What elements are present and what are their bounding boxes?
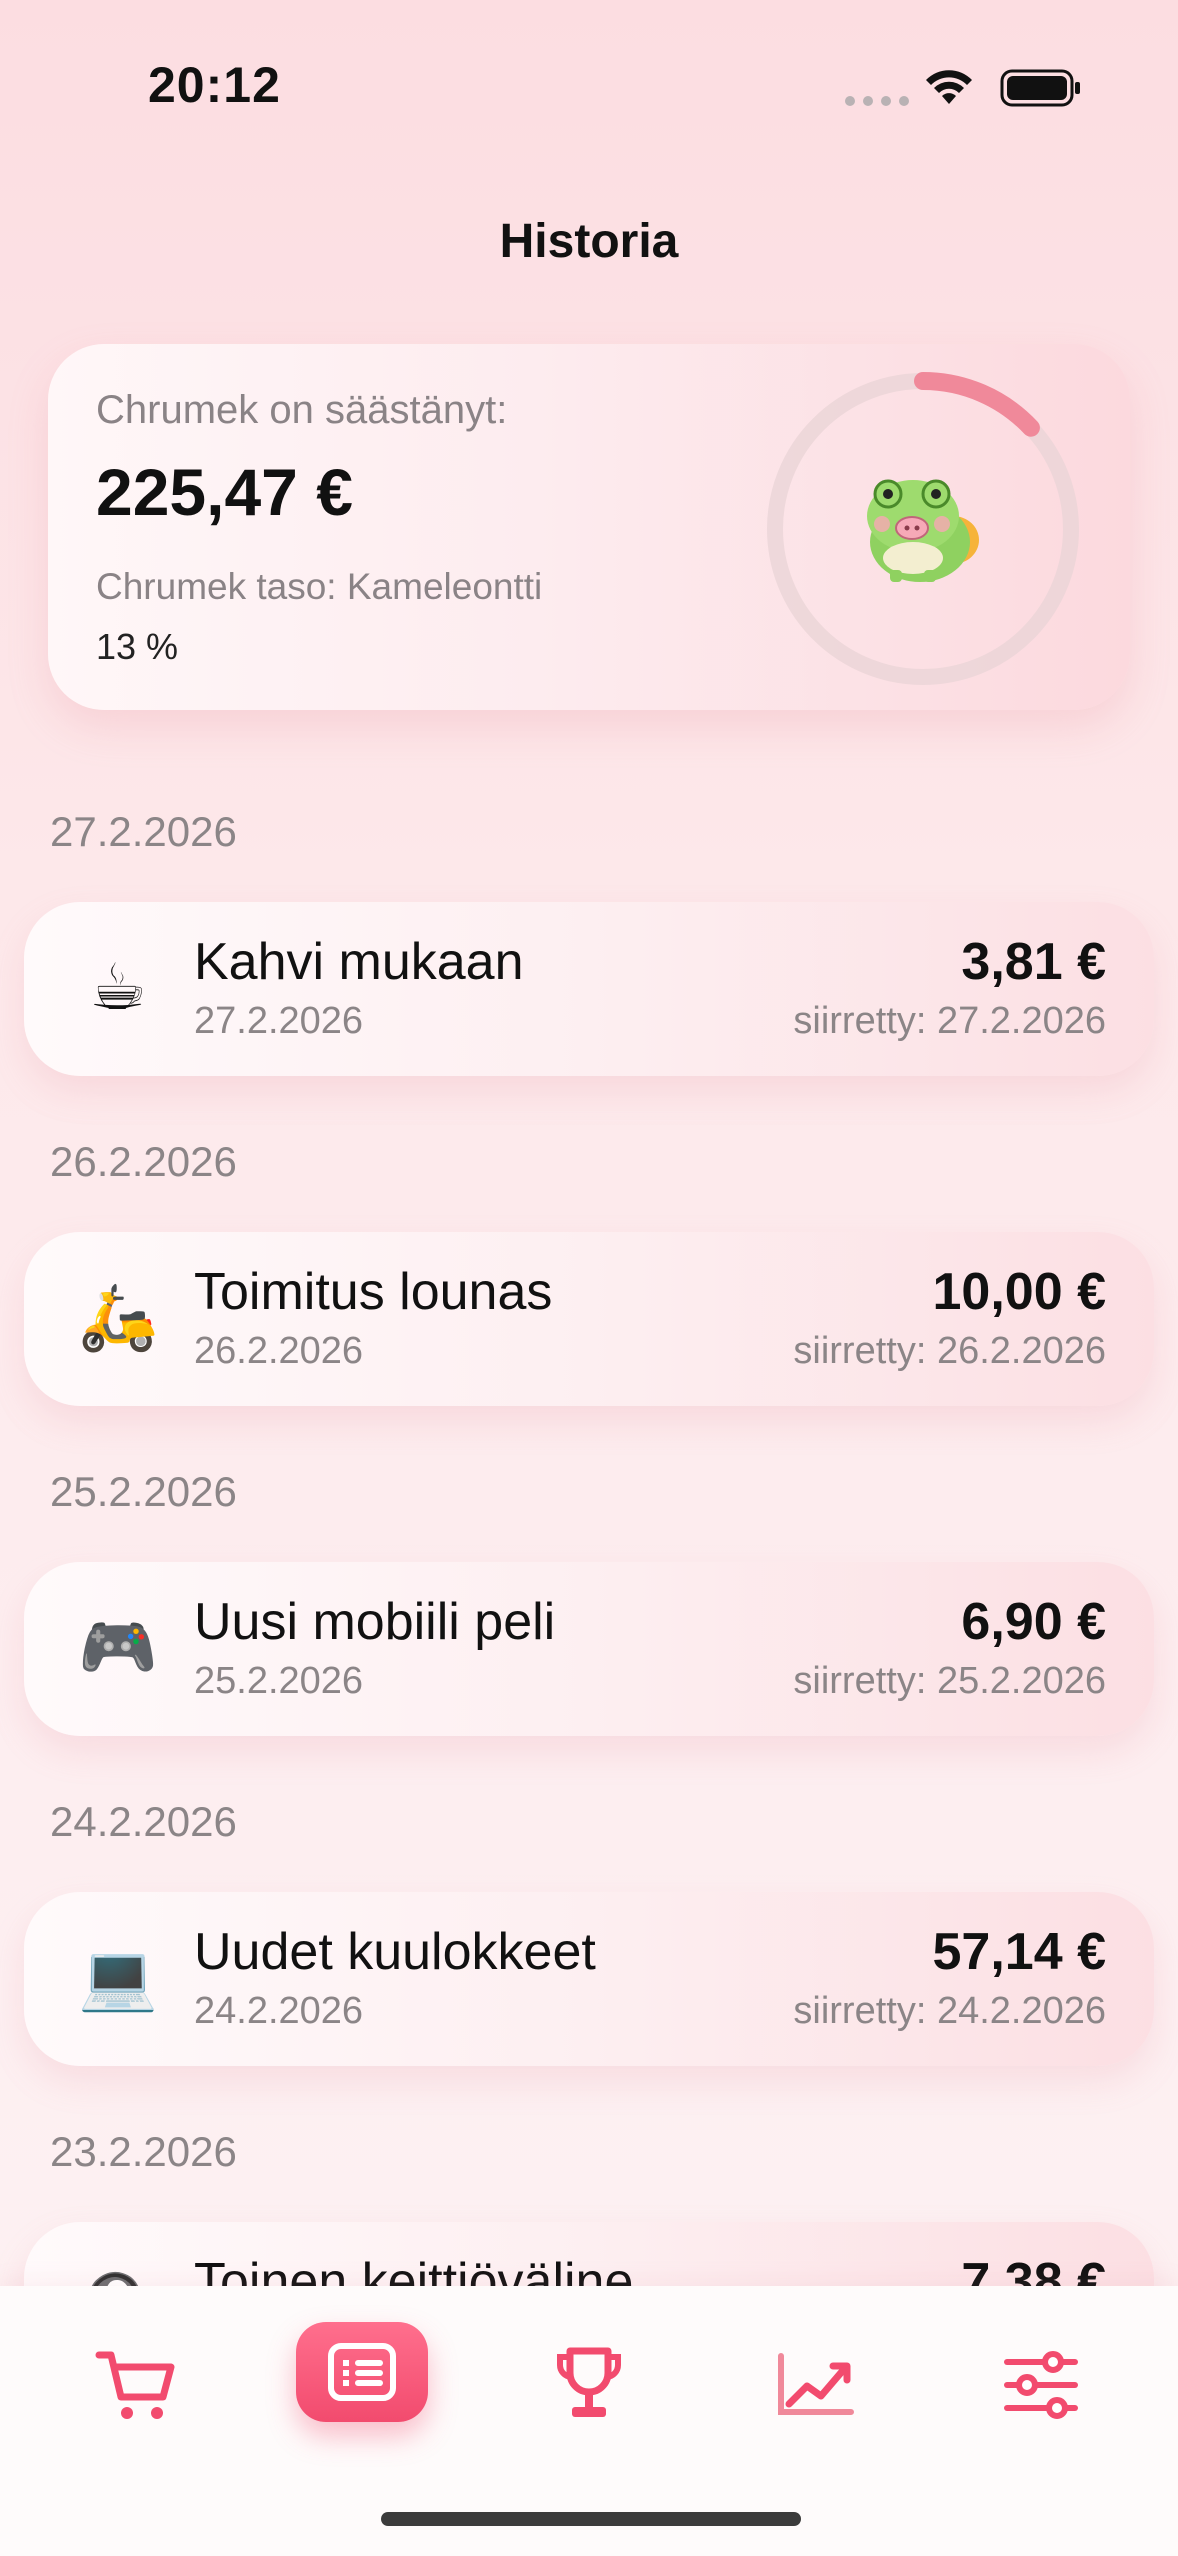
transaction-moved-date: siirretty: 25.2.2026 <box>793 1660 1106 1702</box>
level-progress-ring <box>766 372 1080 686</box>
battery-icon <box>1000 69 1080 107</box>
coffee-icon: ☕ <box>89 951 147 1025</box>
home-indicator <box>381 2512 801 2526</box>
date-header: 25.2.2026 <box>50 1468 237 1515</box>
saved-label: Chrumek on säästänyt: <box>96 388 508 432</box>
wifi-icon <box>926 70 972 104</box>
chart-icon <box>778 2353 854 2415</box>
transaction-date: 26.2.2026 <box>194 1330 364 1372</box>
date-header: 24.2.2026 <box>50 1798 237 1845</box>
transaction-card[interactable]: ☕ Kahvi mukaan 27.2.2026 3,81 € siirrett… <box>24 902 1154 1076</box>
date-header: 26.2.2026 <box>50 1138 237 1185</box>
transaction-name: Kahvi mukaan <box>194 933 524 991</box>
status-bar: 20:12 <box>0 0 1178 160</box>
page-title: Historia <box>499 215 679 268</box>
transaction-name: Uusi mobiili peli <box>194 1593 556 1651</box>
transaction-amount: 57,14 € <box>932 1923 1107 1981</box>
cellular-signal-icon <box>845 96 909 106</box>
tab-settings[interactable] <box>986 2330 1096 2440</box>
transaction-card[interactable]: 💻 Uudet kuulokkeet 24.2.2026 57,14 € sii… <box>24 1892 1154 2066</box>
transaction-card[interactable]: 🛵 Toimitus lounas 26.2.2026 10,00 € siir… <box>24 1232 1154 1406</box>
transaction-name: Uudet kuulokkeet <box>194 1923 596 1981</box>
transaction-amount: 3,81 € <box>961 933 1106 991</box>
sliders-icon <box>1004 2351 1078 2419</box>
transaction-card[interactable]: 🎮 Uusi mobiili peli 25.2.2026 6,90 € sii… <box>24 1562 1154 1736</box>
tab-history[interactable] <box>296 2322 428 2422</box>
transaction-moved-date: siirretty: 27.2.2026 <box>793 1000 1106 1042</box>
status-time: 20:12 <box>148 57 281 113</box>
transaction-moved-date: siirretty: 24.2.2026 <box>793 1990 1106 2032</box>
chameleon-pig-icon <box>867 479 979 582</box>
transaction-amount: 6,90 € <box>961 1593 1106 1651</box>
transaction-amount: 10,00 € <box>932 1263 1107 1321</box>
savings-summary-card: Chrumek on säästänyt: 225,47 € Chrumek t… <box>48 344 1130 710</box>
cart-icon <box>95 2351 175 2419</box>
saved-amount: 225,47 € <box>96 455 353 529</box>
tab-shop[interactable] <box>82 2330 192 2440</box>
transaction-date: 24.2.2026 <box>194 1990 364 2032</box>
level-label: Chrumek taso: Kameleontti <box>96 566 543 607</box>
date-header: 27.2.2026 <box>50 808 237 855</box>
transaction-date: 25.2.2026 <box>194 1660 364 1702</box>
laptop-icon: 💻 <box>78 1941 158 2015</box>
game-controller-icon: 🎮 <box>78 1611 158 1685</box>
transaction-name: Toimitus lounas <box>194 1263 553 1321</box>
trophy-icon <box>556 2347 622 2417</box>
level-percent: 13 % <box>96 626 179 667</box>
transaction-date: 27.2.2026 <box>194 1000 364 1042</box>
transaction-moved-date: siirretty: 26.2.2026 <box>793 1330 1106 1372</box>
tab-achievements[interactable] <box>534 2330 644 2440</box>
tab-statistics[interactable] <box>760 2330 870 2440</box>
list-icon <box>328 2343 396 2401</box>
scooter-icon: 🛵 <box>78 1281 158 1355</box>
date-header: 23.2.2026 <box>50 2128 237 2175</box>
